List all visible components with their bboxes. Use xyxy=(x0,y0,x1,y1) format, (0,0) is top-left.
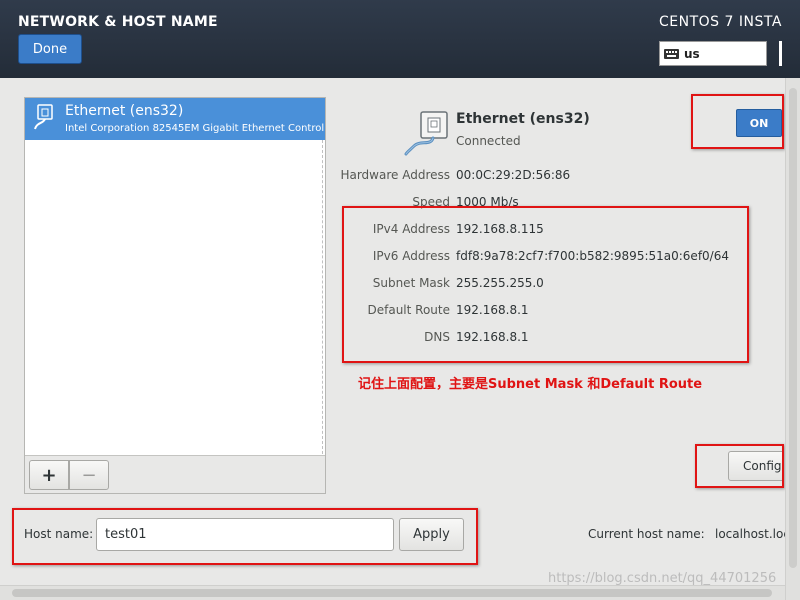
list-divider xyxy=(322,140,323,454)
watermark: https://blog.csdn.net/qq_44701256 xyxy=(548,571,777,586)
horizontal-scrollbar[interactable] xyxy=(0,585,785,600)
help-button[interactable] xyxy=(779,41,782,66)
done-button[interactable]: Done xyxy=(18,34,82,64)
vertical-scrollbar[interactable] xyxy=(785,78,800,600)
ethernet-icon xyxy=(34,104,53,130)
device-name: Ethernet (ens32) xyxy=(456,111,590,127)
install-title: CENTOS 7 INSTA xyxy=(659,14,782,30)
page-title: NETWORK & HOST NAME xyxy=(18,14,218,30)
keyboard-layout-label: us xyxy=(684,46,700,61)
add-device-button[interactable]: + xyxy=(29,460,69,490)
detail-label: Hardware Address xyxy=(340,168,450,182)
keyboard-layout-indicator[interactable]: us xyxy=(659,41,767,66)
device-list-item-name: Ethernet (ens32) xyxy=(65,103,184,119)
device-list-toolbar: + − xyxy=(25,455,325,493)
device-list: Ethernet (ens32) Intel Corporation 82545… xyxy=(24,97,326,494)
device-list-item[interactable]: Ethernet (ens32) Intel Corporation 82545… xyxy=(25,98,325,140)
vertical-scrollbar-thumb[interactable] xyxy=(789,88,797,568)
annotation-box-ip-details xyxy=(342,206,749,363)
annotation-note: 记住上面配置，主要是Subnet Mask 和Default Route xyxy=(358,377,703,392)
device-list-item-description: Intel Corporation 82545EM Gigabit Ethern… xyxy=(65,123,325,134)
annotation-box-configure xyxy=(695,444,784,488)
detail-value: 00:0C:29:2D:56:86 xyxy=(456,168,571,182)
device-status: Connected xyxy=(456,134,521,148)
keyboard-icon xyxy=(664,48,679,59)
annotation-box-toggle xyxy=(691,94,784,149)
remove-device-button[interactable]: − xyxy=(69,460,109,490)
detail-row-hardware-address: Hardware Address 00:0C:29:2D:56:86 xyxy=(340,168,760,188)
ethernet-device-icon xyxy=(404,111,448,156)
horizontal-scrollbar-thumb[interactable] xyxy=(12,589,772,597)
current-hostname-label: Current host name: xyxy=(588,527,705,541)
header-bar: NETWORK & HOST NAME Done CENTOS 7 INSTA … xyxy=(0,0,800,78)
annotation-box-hostname xyxy=(12,508,478,565)
